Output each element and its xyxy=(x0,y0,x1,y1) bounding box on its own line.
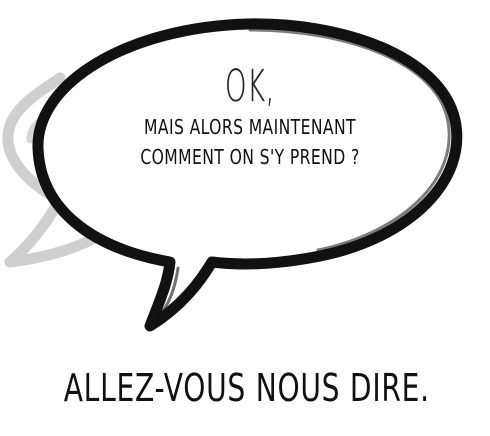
speech-bubble-text: OK, MAIS ALORS MAINTENANT COMMENT ON S'Y… xyxy=(95,61,405,172)
bubble-line-2: COMMENT ON S'Y PREND ? xyxy=(140,145,360,169)
ok-text: OK, xyxy=(225,61,275,112)
caption-text: ALLEZ-VOUS NOUS DIRE. xyxy=(63,366,430,410)
bubble-line-1: MAIS ALORS MAINTENANT xyxy=(144,115,356,139)
